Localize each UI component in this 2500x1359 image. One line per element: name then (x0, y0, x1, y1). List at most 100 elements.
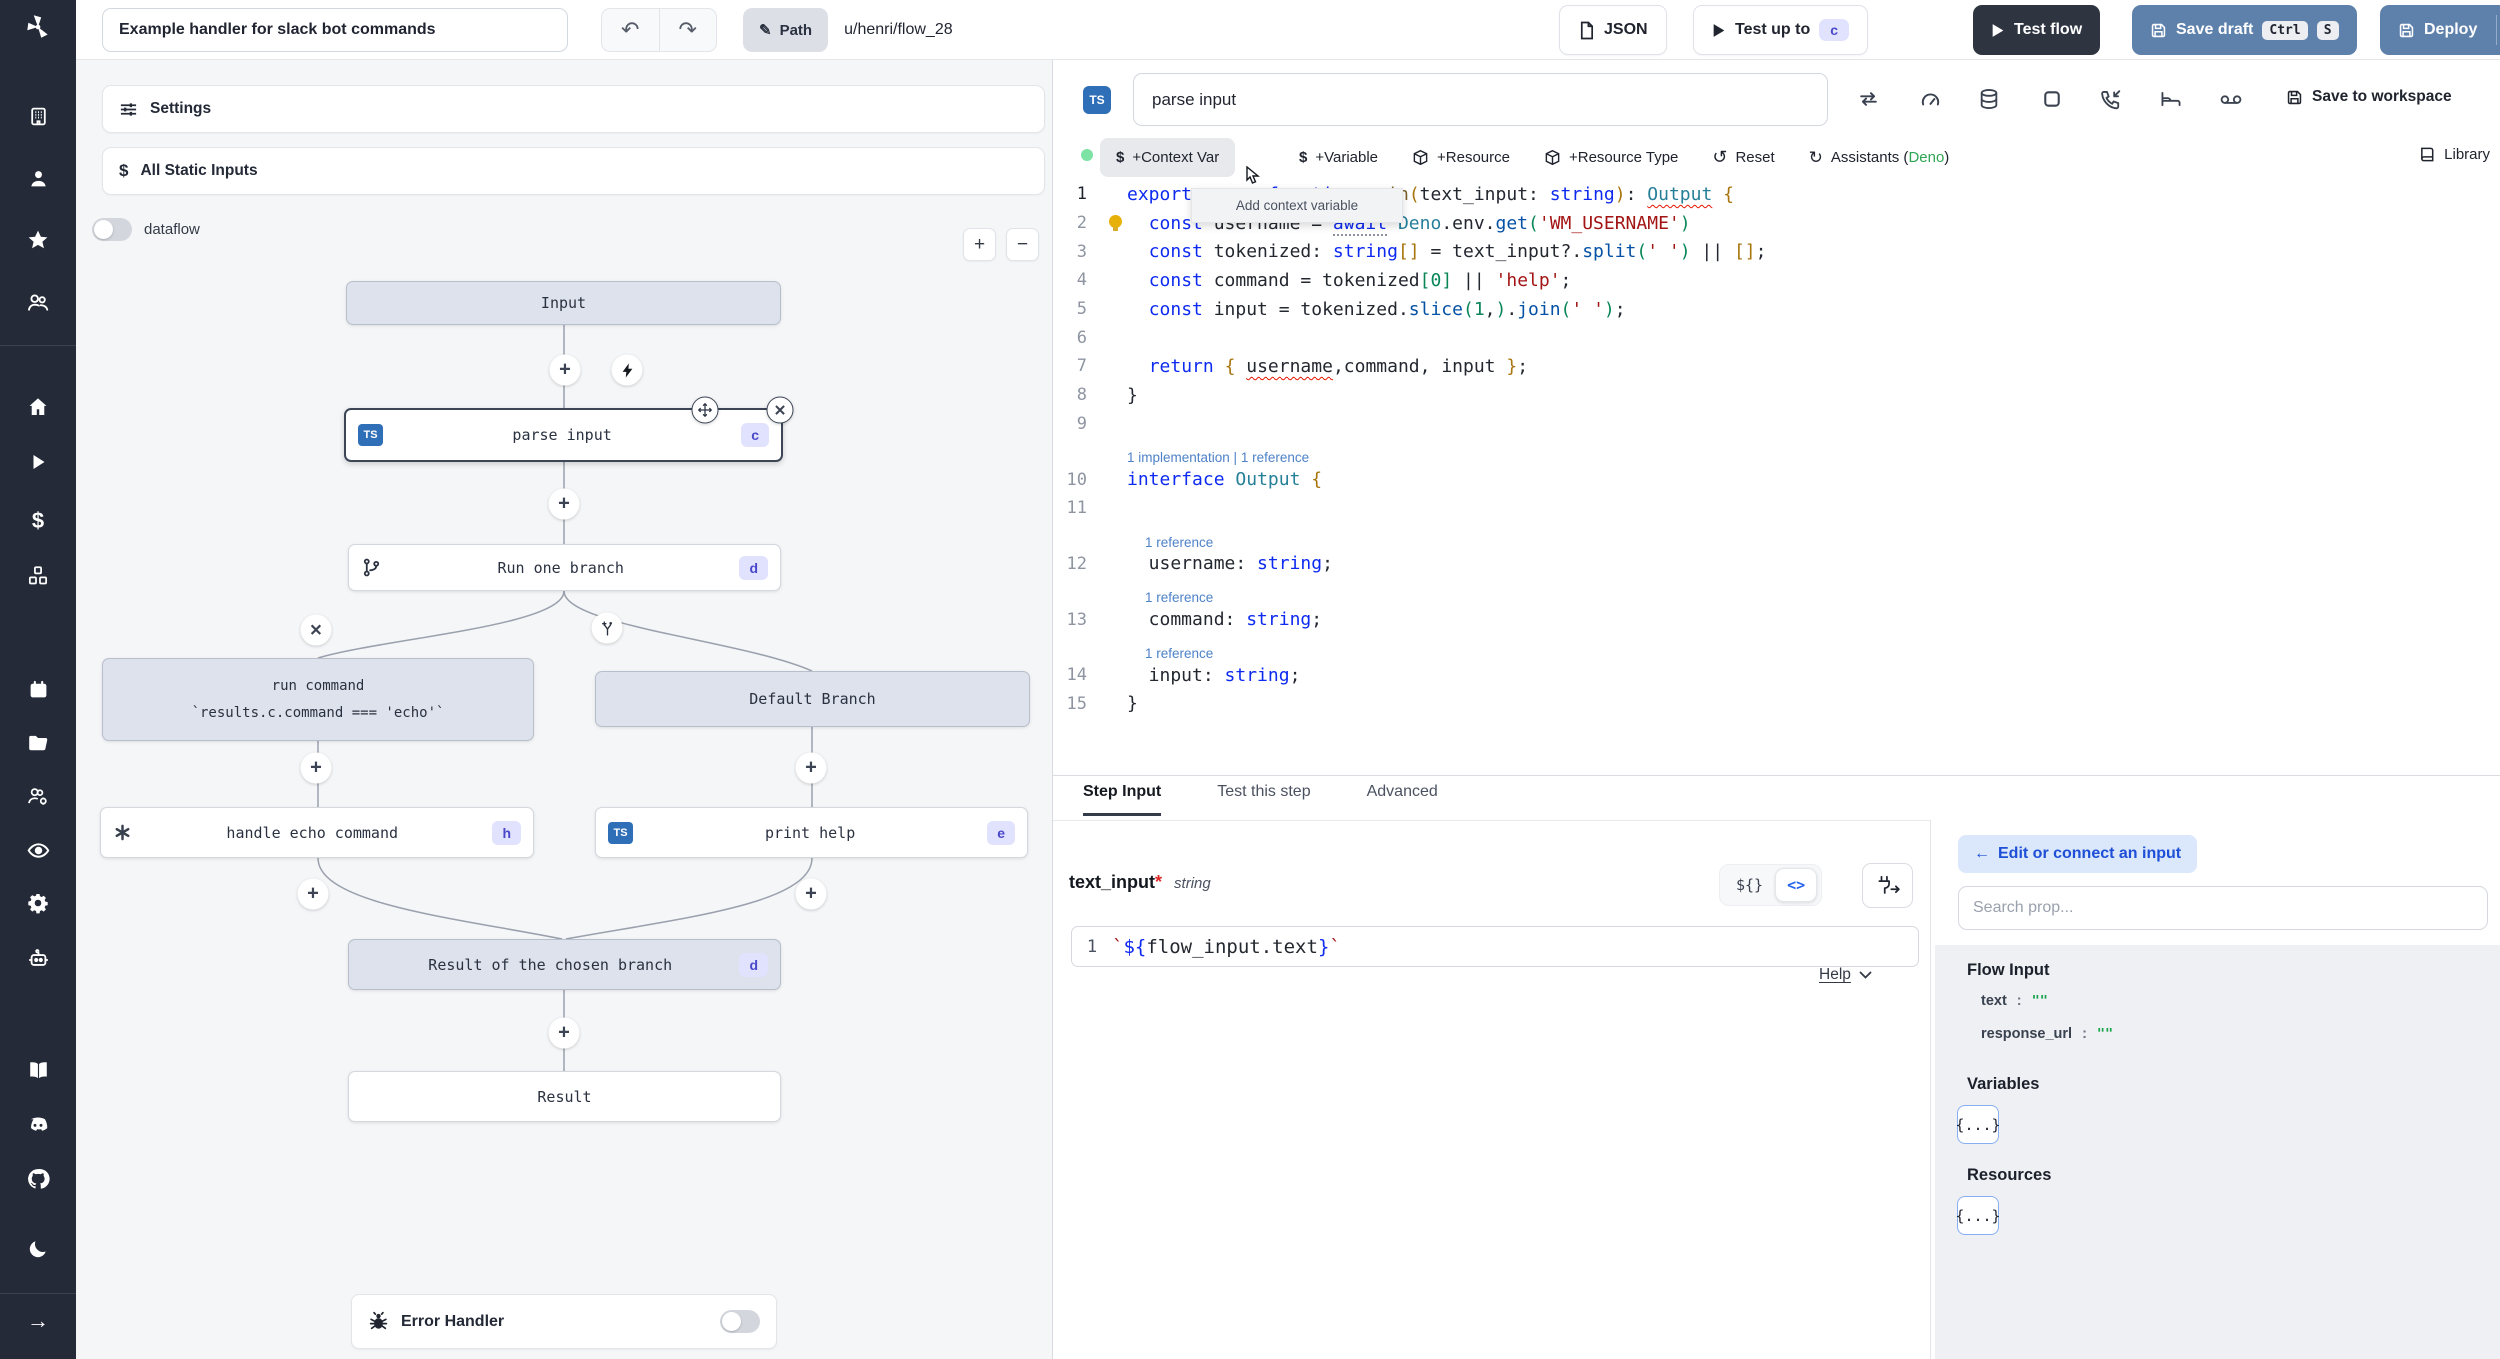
help-link[interactable]: Help (1819, 966, 1872, 984)
variables-heading: Variables (1967, 1075, 2040, 1093)
schedules-calendar-icon[interactable] (0, 679, 76, 700)
prop-response-url[interactable]: response_url: "" (1981, 1026, 2113, 1042)
user-icon[interactable] (0, 168, 76, 189)
add-branch-icon[interactable] (591, 612, 623, 644)
flow-title-input[interactable]: Example handler for slack bot commands (102, 8, 568, 52)
variables-expand-button[interactable]: {...} (1955, 1105, 2001, 1144)
resources-expand-button[interactable]: {...} (1955, 1196, 2001, 1235)
node-handle-echo-command[interactable]: handle echo command h (100, 807, 534, 858)
save-draft-button[interactable]: Save draft Ctrl S (2132, 5, 2357, 55)
package-icon (1413, 149, 1428, 166)
code-mode-button[interactable]: <> (1775, 868, 1818, 902)
error-handler-row: Error Handler (351, 1294, 777, 1349)
home-icon[interactable] (0, 396, 76, 418)
tabs-underline (1053, 820, 1930, 821)
json-button[interactable]: JSON (1559, 5, 1667, 55)
node-default-branch[interactable]: Default Branch (595, 671, 1030, 727)
tab-step-input[interactable]: Step Input (1083, 783, 1162, 816)
node-id-badge: c (741, 423, 769, 447)
node-run-one-branch[interactable]: Run one branch d (348, 544, 781, 591)
trigger-bolt-icon[interactable] (611, 354, 643, 386)
step-name-input[interactable]: parse input (1133, 73, 1828, 126)
discord-icon[interactable] (0, 1113, 76, 1137)
book-icon (2421, 147, 2434, 162)
move-node-icon[interactable] (691, 396, 719, 424)
runs-play-icon[interactable] (0, 452, 76, 472)
dark-mode-moon-icon[interactable] (0, 1238, 76, 1260)
audit-eye-icon[interactable] (0, 839, 76, 862)
step-tabs: Step Input Test this step Advanced (1083, 783, 1438, 816)
add-variable-button[interactable]: $ +Variable (1299, 149, 1378, 166)
template-mode-button[interactable]: ${} (1724, 876, 1775, 894)
workspace-icon[interactable] (0, 106, 76, 127)
node-id-badge: d (739, 952, 768, 977)
library-button[interactable]: Library (2419, 146, 2490, 163)
delete-node-icon[interactable]: ✕ (766, 396, 794, 424)
undo-button[interactable]: ↶ (602, 9, 660, 51)
input-expression-editor[interactable]: 1 `${flow_input.text}` (1071, 926, 1919, 967)
arrow-left-icon: ← (1974, 845, 1990, 862)
prop-text[interactable]: text: "" (1981, 993, 2048, 1009)
expand-sidebar-arrow-icon[interactable]: → (0, 1308, 76, 1334)
add-step-button[interactable]: + (549, 354, 581, 386)
node-parse-input[interactable]: TS parse input c (344, 408, 783, 462)
groups-gear-icon[interactable] (0, 785, 76, 807)
error-handler-label: Error Handler (401, 1312, 505, 1330)
performance-gauge-icon[interactable] (1919, 88, 1942, 110)
connect-input-button[interactable] (1862, 863, 1913, 908)
code-lines[interactable]: 1export async function main(text_input: … (1053, 180, 2500, 718)
remove-branch-icon[interactable]: ✕ (300, 614, 332, 646)
field-label: text_input* string (1069, 872, 1211, 892)
add-step-button[interactable]: + (300, 752, 332, 784)
node-run-command-branch[interactable]: run command `results.c.command === 'echo… (102, 658, 534, 741)
add-step-button[interactable]: + (548, 488, 580, 520)
error-handler-toggle[interactable] (720, 1310, 760, 1333)
add-step-button[interactable]: + (795, 752, 827, 784)
concurrency-square-icon[interactable] (2041, 88, 2063, 110)
workers-robot-icon[interactable] (0, 947, 76, 970)
add-resource-button[interactable]: +Resource (1412, 149, 1510, 166)
add-step-button[interactable]: + (548, 1017, 580, 1049)
path-button[interactable]: ✎ Path (743, 8, 829, 52)
path-value[interactable]: u/henri/flow_28 (828, 8, 969, 52)
tab-advanced[interactable]: Advanced (1367, 783, 1438, 816)
save-icon (2151, 23, 2166, 37)
flow-graph-panel: Settings $ All Static Inputs dataflow + … (76, 60, 1053, 1359)
cache-database-icon[interactable] (1978, 88, 2000, 110)
node-print-help[interactable]: TS print help e (595, 807, 1028, 858)
settings-gear-icon[interactable] (0, 892, 76, 914)
retries-repeat-icon[interactable] (1857, 88, 1880, 110)
node-result[interactable]: Result (348, 1071, 781, 1122)
phone-incoming-icon[interactable] (2100, 88, 2123, 110)
node-result-of-chosen-branch[interactable]: Result of the chosen branch d (348, 939, 781, 990)
star-icon[interactable] (0, 229, 76, 251)
docs-book-icon[interactable] (0, 1059, 76, 1082)
github-icon[interactable] (0, 1167, 76, 1191)
node-input[interactable]: Input (346, 281, 781, 325)
assistants-button[interactable]: ↻ Assistants (Deno) (1809, 148, 1950, 168)
tab-test-this-step[interactable]: Test this step (1217, 783, 1310, 816)
edit-or-connect-button[interactable]: ← Edit or connect an input (1958, 835, 2198, 873)
add-context-var-button[interactable]: $ +Context Var (1100, 138, 1236, 177)
folders-icon[interactable] (0, 732, 76, 754)
node-id-badge: d (739, 555, 768, 580)
save-to-workspace-button[interactable]: Save to workspace (2286, 88, 2452, 106)
voicemail-icon[interactable] (2218, 88, 2244, 110)
test-up-to-button[interactable]: Test up to c (1693, 5, 1869, 55)
sleep-bed-icon[interactable] (2159, 88, 2183, 110)
add-step-button[interactable]: + (795, 878, 827, 910)
resources-cubes-icon[interactable] (0, 565, 76, 587)
windmill-logo-icon[interactable] (0, 12, 76, 42)
deploy-button[interactable]: Deploy ▾ (2380, 5, 2500, 55)
search-prop-input[interactable] (1958, 886, 2488, 930)
variables-dollar-icon[interactable]: $ (0, 508, 76, 534)
redo-button[interactable]: ↷ (660, 9, 717, 51)
test-flow-button[interactable]: Test flow (1973, 5, 2101, 55)
users-icon[interactable] (0, 291, 76, 313)
reset-button[interactable]: ↺ Reset (1712, 147, 1774, 168)
add-step-button[interactable]: + (297, 878, 329, 910)
typescript-icon: TS (1083, 86, 1111, 114)
package-icon (1545, 149, 1560, 166)
add-resource-type-button[interactable]: +Resource Type (1544, 149, 1678, 166)
language-status-dot (1081, 149, 1093, 161)
